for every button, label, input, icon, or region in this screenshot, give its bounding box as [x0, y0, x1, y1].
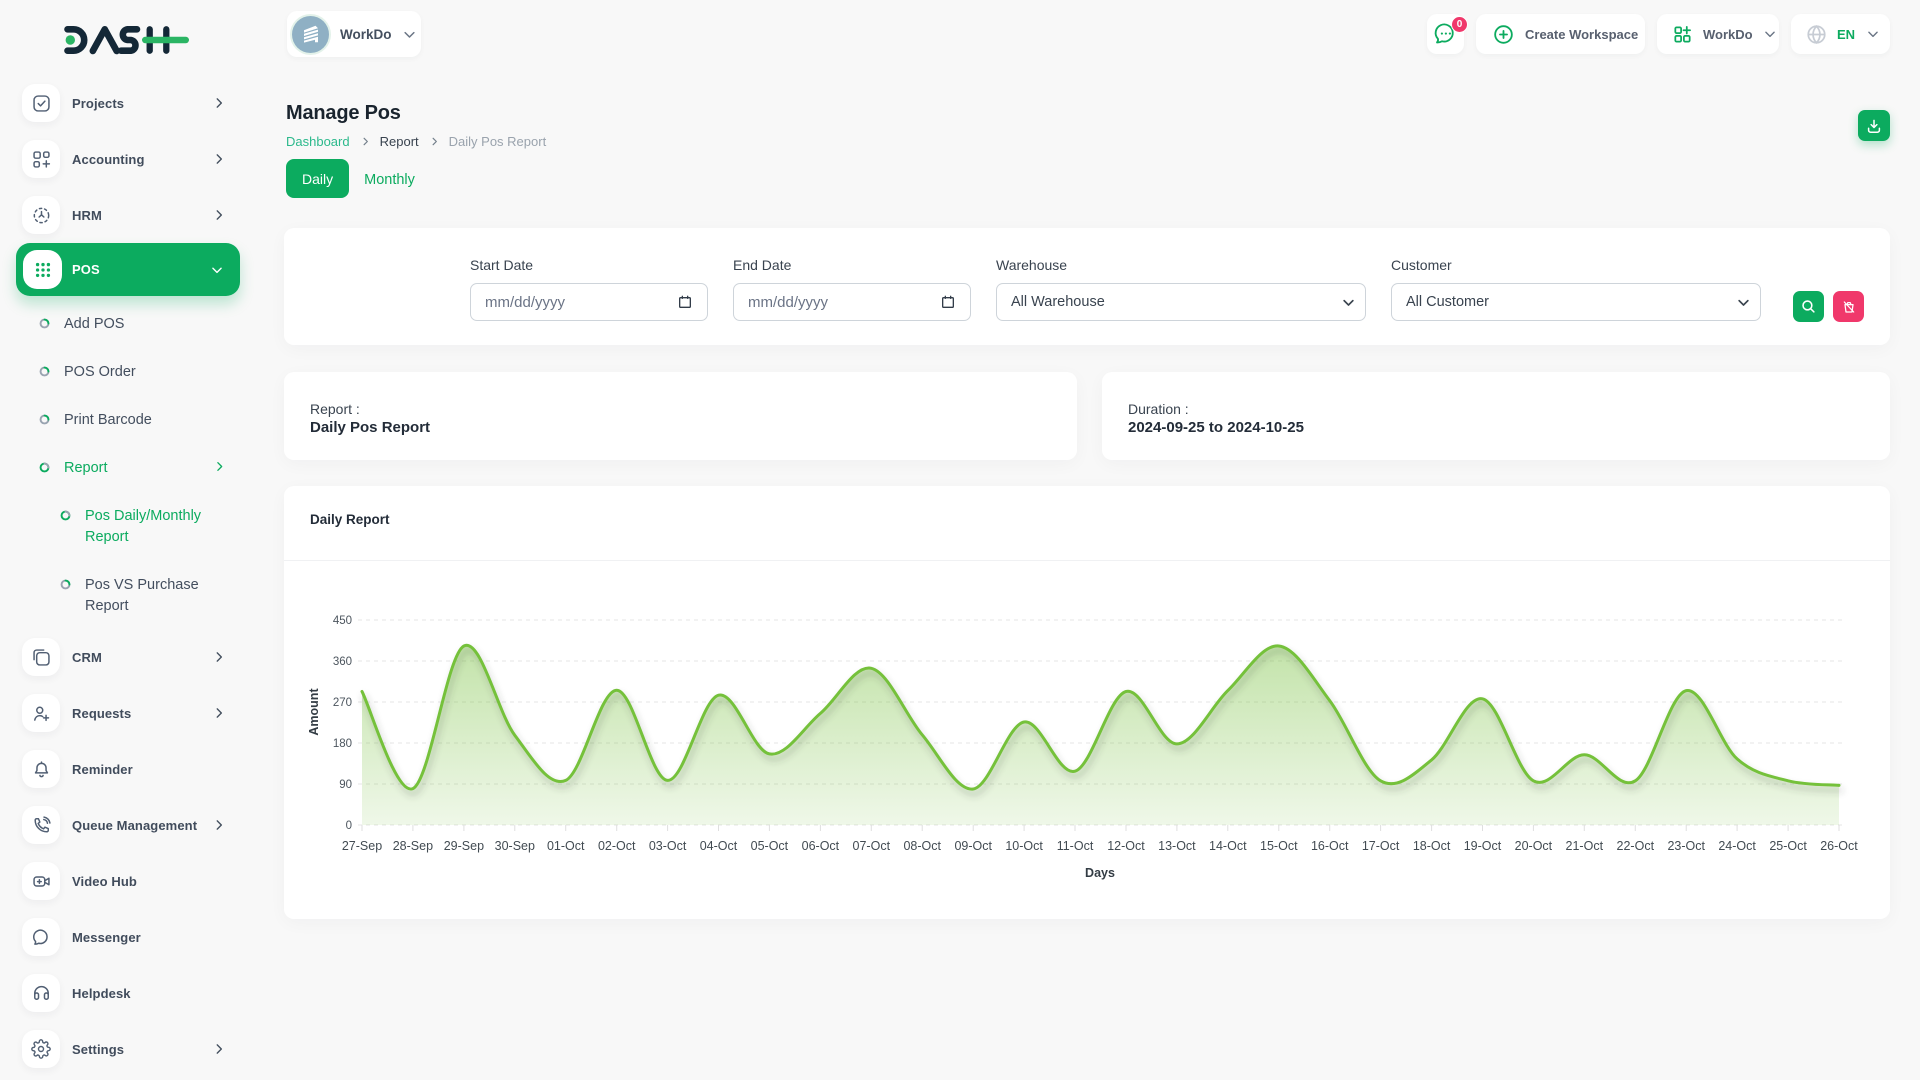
svg-text:15-Oct: 15-Oct — [1260, 839, 1298, 853]
svg-text:270: 270 — [333, 697, 352, 709]
svg-text:Amount: Amount — [307, 688, 321, 736]
svg-text:25-Oct: 25-Oct — [1769, 839, 1807, 853]
svg-text:27-Sep: 27-Sep — [342, 839, 382, 853]
svg-text:Days: Days — [1085, 866, 1115, 880]
svg-text:17-Oct: 17-Oct — [1362, 839, 1400, 853]
svg-text:450: 450 — [333, 615, 352, 627]
svg-text:19-Oct: 19-Oct — [1464, 839, 1502, 853]
svg-text:04-Oct: 04-Oct — [700, 839, 738, 853]
svg-text:29-Sep: 29-Sep — [444, 839, 484, 853]
svg-text:14-Oct: 14-Oct — [1209, 839, 1247, 853]
svg-text:20-Oct: 20-Oct — [1515, 839, 1553, 853]
svg-text:28-Sep: 28-Sep — [393, 839, 433, 853]
svg-text:30-Sep: 30-Sep — [495, 839, 535, 853]
svg-text:26-Oct: 26-Oct — [1820, 839, 1858, 853]
svg-text:09-Oct: 09-Oct — [954, 839, 992, 853]
svg-text:24-Oct: 24-Oct — [1718, 839, 1756, 853]
svg-text:13-Oct: 13-Oct — [1158, 839, 1196, 853]
svg-text:16-Oct: 16-Oct — [1311, 839, 1349, 853]
svg-text:23-Oct: 23-Oct — [1667, 839, 1705, 853]
svg-text:22-Oct: 22-Oct — [1617, 839, 1655, 853]
svg-text:03-Oct: 03-Oct — [649, 839, 687, 853]
svg-text:06-Oct: 06-Oct — [802, 839, 840, 853]
svg-text:10-Oct: 10-Oct — [1005, 839, 1043, 853]
svg-text:90: 90 — [339, 779, 352, 791]
svg-text:01-Oct: 01-Oct — [547, 839, 585, 853]
svg-text:180: 180 — [333, 738, 352, 750]
svg-text:360: 360 — [333, 656, 352, 668]
svg-text:21-Oct: 21-Oct — [1566, 839, 1604, 853]
svg-text:0: 0 — [346, 820, 352, 832]
svg-text:05-Oct: 05-Oct — [751, 839, 789, 853]
svg-text:12-Oct: 12-Oct — [1107, 839, 1145, 853]
svg-text:07-Oct: 07-Oct — [853, 839, 891, 853]
svg-text:02-Oct: 02-Oct — [598, 839, 636, 853]
svg-text:11-Oct: 11-Oct — [1057, 839, 1094, 853]
svg-text:08-Oct: 08-Oct — [903, 839, 941, 853]
svg-text:18-Oct: 18-Oct — [1413, 839, 1451, 853]
